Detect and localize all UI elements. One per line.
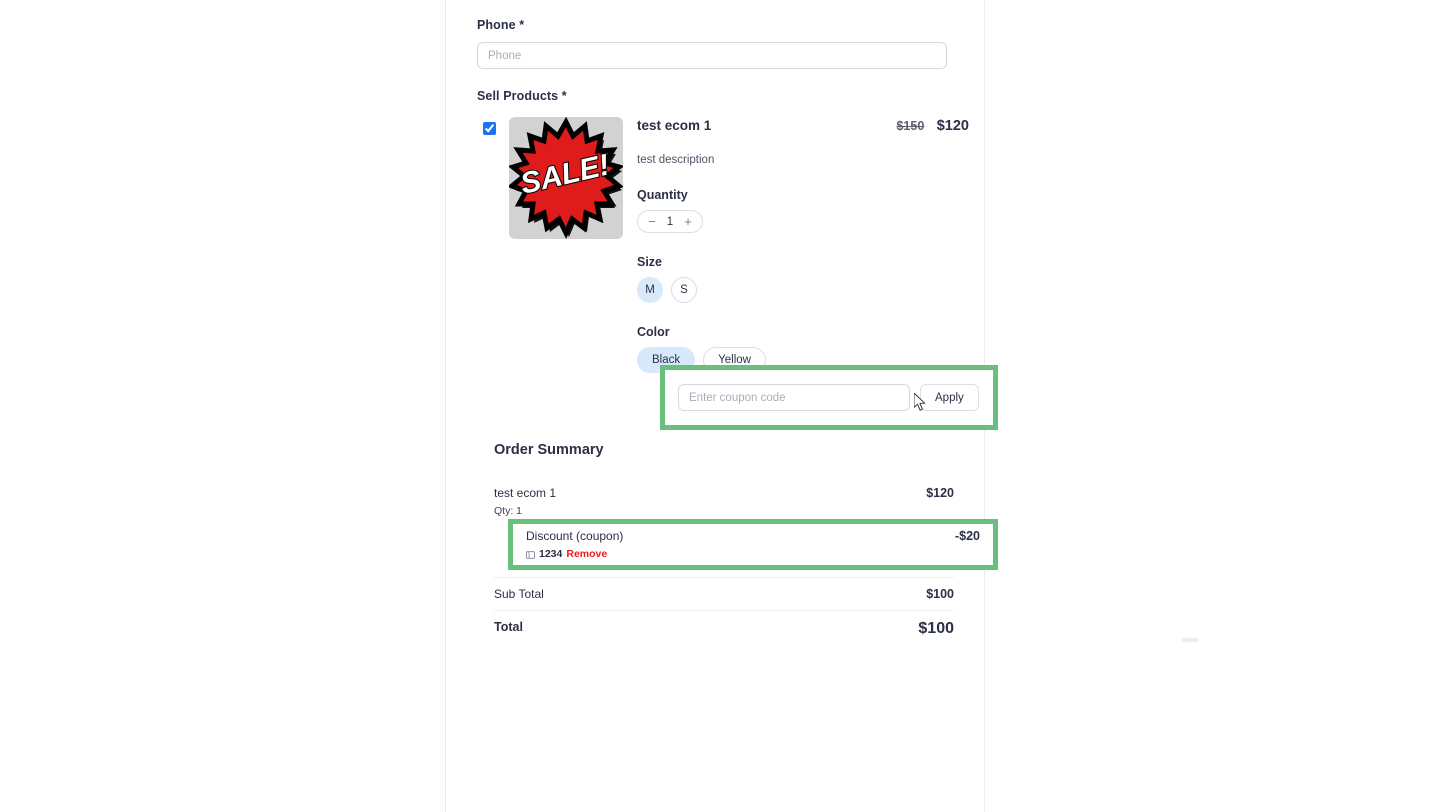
quantity-decrement-button[interactable]: − xyxy=(640,211,664,232)
coupon-section-highlight: Apply xyxy=(660,365,998,430)
quantity-stepper[interactable]: − 1 + xyxy=(637,210,703,233)
product-thumbnail[interactable]: SALE! xyxy=(509,117,623,239)
size-options: M S xyxy=(637,277,969,303)
order-summary-title: Order Summary xyxy=(494,442,604,458)
size-option-m[interactable]: M xyxy=(637,277,663,303)
product-description: test description xyxy=(637,154,715,166)
summary-row-total: Total $100 xyxy=(494,610,954,647)
product-prices: $150 $120 xyxy=(896,117,969,135)
product-title: test ecom 1 xyxy=(637,118,712,133)
total-amount: $100 xyxy=(918,620,954,637)
sell-products-label: Sell Products * xyxy=(477,89,567,103)
quantity-label: Quantity xyxy=(637,188,688,202)
applied-coupon-code: 1234 xyxy=(539,548,563,560)
phone-label: Phone * xyxy=(477,18,525,32)
size-option-s[interactable]: S xyxy=(671,277,697,303)
discount-label: Discount (coupon) xyxy=(526,529,624,543)
product-details: test ecom 1 $150 $120 test description Q… xyxy=(637,117,969,373)
discount-row: Discount (coupon) 1234 Remove -$20 xyxy=(513,524,993,565)
subtotal-label: Sub Total xyxy=(494,587,544,601)
quantity-increment-button[interactable]: + xyxy=(676,211,700,232)
applied-coupon-line: 1234 Remove xyxy=(526,548,623,560)
mouse-cursor xyxy=(913,391,927,417)
discount-amount: -$20 xyxy=(954,529,980,543)
discount-row-highlight: Discount (coupon) 1234 Remove -$20 xyxy=(508,519,998,570)
size-label: Size xyxy=(637,255,663,269)
page-root: Phone * Sell Products * SALE! tes xyxy=(0,0,1431,812)
color-label: Color xyxy=(637,325,670,339)
summary-item-name: test ecom 1 xyxy=(494,486,557,500)
product-title-row: test ecom 1 $150 $120 xyxy=(637,117,969,135)
subtotal-amount: $100 xyxy=(926,587,954,601)
remove-coupon-link[interactable]: Remove xyxy=(566,548,607,560)
total-label: Total xyxy=(494,620,523,634)
summary-item-qty: Qty: 1 xyxy=(494,505,523,517)
quantity-value: 1 xyxy=(666,215,674,228)
summary-row-subtotal: Sub Total $100 xyxy=(494,577,954,610)
product-current-price: $120 xyxy=(936,118,969,134)
phone-field-group: Phone * xyxy=(477,18,947,69)
product-select-checkbox[interactable] xyxy=(483,122,496,135)
apply-coupon-button[interactable]: Apply xyxy=(920,384,979,411)
coupon-section: Apply xyxy=(665,370,993,425)
sale-badge-icon: SALE! xyxy=(509,117,623,239)
product-original-price: $150 xyxy=(896,119,925,133)
summary-item-amount: $120 xyxy=(926,486,954,500)
partial-element-sliver xyxy=(1181,638,1199,642)
coupon-code-input[interactable] xyxy=(678,384,910,411)
form-column: Phone * Sell Products * SALE! tes xyxy=(445,0,1199,812)
phone-input[interactable] xyxy=(477,42,947,69)
ticket-icon xyxy=(526,550,535,559)
